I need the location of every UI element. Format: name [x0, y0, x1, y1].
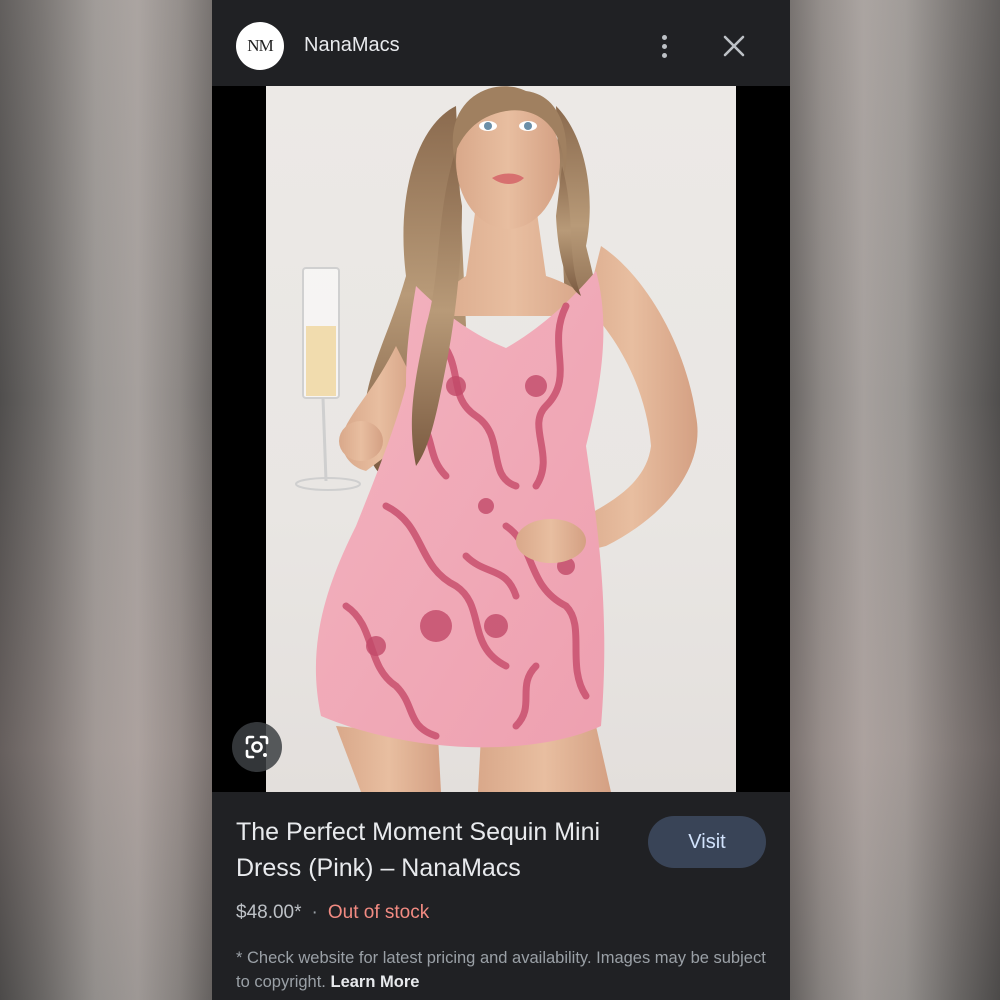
- product-info: The Perfect Moment Sequin Mini Dress (Pi…: [212, 792, 790, 1000]
- more-vert-icon[interactable]: [652, 30, 676, 62]
- separator-dot: ·: [311, 902, 318, 923]
- disclaimer-text: * Check website for latest pricing and a…: [236, 949, 766, 991]
- panel-header: NM NanaMacs: [212, 0, 790, 86]
- close-icon[interactable]: [720, 32, 748, 60]
- site-name[interactable]: NanaMacs: [304, 34, 400, 57]
- blurred-background-right: [790, 0, 1000, 1000]
- price-row: $48.00* · Out of stock: [236, 902, 429, 924]
- visit-button-label: Visit: [688, 830, 726, 853]
- image-preview-panel: NM NanaMacs The Perfect Moment Sequin Mi…: [212, 0, 790, 1000]
- price: $48.00*: [236, 902, 302, 923]
- blurred-background-left: [0, 0, 212, 1000]
- stock-status: Out of stock: [327, 902, 430, 923]
- visit-button[interactable]: Visit: [648, 816, 766, 868]
- product-title[interactable]: The Perfect Moment Sequin Mini Dress (Pi…: [236, 814, 626, 886]
- disclaimer: * Check website for latest pricing and a…: [236, 946, 776, 994]
- site-logo-text: NM: [247, 36, 273, 55]
- google-lens-icon[interactable]: [232, 722, 282, 772]
- learn-more-link[interactable]: Learn More: [330, 973, 419, 991]
- product-photo[interactable]: [266, 86, 736, 792]
- image-viewer[interactable]: [212, 86, 790, 792]
- site-logo[interactable]: NM: [236, 22, 284, 70]
